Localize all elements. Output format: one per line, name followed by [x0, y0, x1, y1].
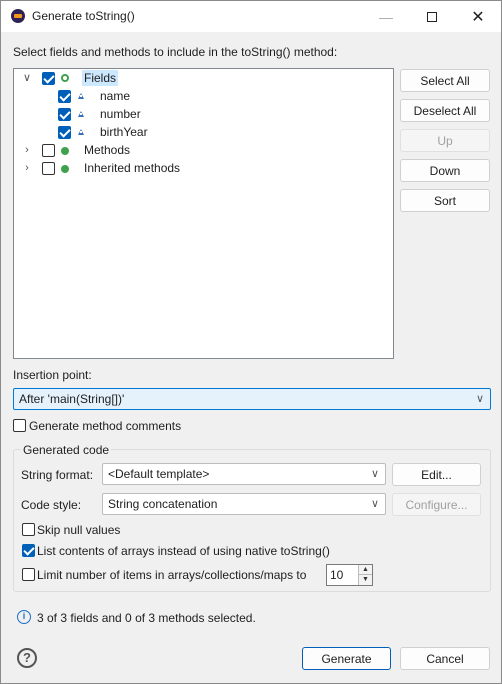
- limit-items-value[interactable]: 10: [330, 568, 343, 582]
- limit-items-label: Limit number of items in arrays/collecti…: [37, 568, 307, 582]
- generate-comments-label: Generate method comments: [29, 419, 182, 433]
- inherited-methods-group-icon: [61, 165, 69, 173]
- chevron-right-icon[interactable]: ›: [21, 144, 33, 156]
- skip-null-label: Skip null values: [37, 523, 121, 537]
- down-button[interactable]: Down: [400, 159, 490, 182]
- deselect-all-button[interactable]: Deselect All: [400, 99, 490, 122]
- field-label: birthYear: [100, 125, 148, 139]
- sort-button[interactable]: Sort: [400, 189, 490, 212]
- help-icon[interactable]: ?: [17, 648, 37, 668]
- list-arrays-label: List contents of arrays instead of using…: [37, 544, 330, 558]
- field-checkbox[interactable]: [58, 126, 71, 139]
- methods-group-icon: [61, 147, 69, 155]
- string-format-value: <Default template>: [108, 467, 210, 481]
- selection-status: 3 of 3 fields and 0 of 3 methods selecte…: [37, 611, 256, 625]
- string-format-label: String format:: [21, 468, 94, 482]
- fields-label: Fields: [82, 70, 119, 86]
- limit-items-spinner[interactable]: 10 ▲ ▼: [326, 564, 373, 586]
- instruction-text: Select fields and methods to include in …: [13, 45, 338, 59]
- field-label: name: [100, 89, 131, 103]
- maximize-icon: [427, 11, 437, 22]
- insertion-point-select[interactable]: After 'main(String[])' ∨: [13, 388, 491, 410]
- field-icon: [78, 129, 84, 135]
- spinner-up-icon[interactable]: ▲: [358, 565, 372, 575]
- maximize-button[interactable]: [409, 1, 455, 32]
- skip-null-checkbox[interactable]: [22, 523, 35, 536]
- code-style-label: Code style:: [21, 498, 82, 512]
- minimize-button[interactable]: —: [363, 1, 409, 32]
- info-icon: i: [17, 610, 31, 624]
- chevron-down-icon: ∨: [370, 468, 380, 480]
- eclipse-logo-icon: [11, 9, 25, 23]
- field-icon: [78, 111, 84, 117]
- insertion-point-label: Insertion point:: [13, 368, 92, 382]
- generate-tostring-dialog: Generate toString() — ✕ Select fields an…: [0, 0, 502, 684]
- edit-template-button[interactable]: Edit...: [392, 463, 481, 486]
- close-button[interactable]: ✕: [455, 1, 501, 32]
- insertion-point-value: After 'main(String[])': [19, 392, 125, 406]
- generate-button[interactable]: Generate: [302, 647, 391, 670]
- title-bar: Generate toString() — ✕: [1, 1, 501, 32]
- chevron-down-icon[interactable]: ∨: [21, 72, 33, 84]
- code-style-select[interactable]: String concatenation ∨: [102, 493, 386, 515]
- generated-code-group-label: Generated code: [21, 443, 112, 457]
- methods-label: Methods: [84, 143, 131, 157]
- field-checkbox[interactable]: [58, 90, 71, 103]
- limit-items-checkbox[interactable]: [22, 568, 35, 581]
- string-format-select[interactable]: <Default template> ∨: [102, 463, 386, 485]
- field-label: number: [100, 107, 141, 121]
- cancel-button[interactable]: Cancel: [400, 647, 490, 670]
- methods-checkbox[interactable]: [42, 144, 55, 157]
- chevron-right-icon[interactable]: ›: [21, 162, 33, 174]
- list-arrays-checkbox[interactable]: [22, 544, 35, 557]
- generate-comments-checkbox[interactable]: [13, 419, 26, 432]
- chevron-down-icon: ∨: [475, 393, 485, 405]
- inherited-methods-checkbox[interactable]: [42, 162, 55, 175]
- up-button[interactable]: Up: [400, 129, 490, 152]
- members-tree[interactable]: ∨ Fields name number birthYear › Methods…: [13, 68, 394, 359]
- chevron-down-icon: ∨: [370, 498, 380, 510]
- spinner-down-icon[interactable]: ▼: [358, 575, 372, 585]
- fields-checkbox[interactable]: [42, 72, 55, 85]
- code-style-value: String concatenation: [108, 497, 218, 511]
- select-all-button[interactable]: Select All: [400, 69, 490, 92]
- window-title: Generate toString(): [32, 9, 135, 23]
- fields-group-icon: [61, 74, 69, 82]
- field-checkbox[interactable]: [58, 108, 71, 121]
- configure-button[interactable]: Configure...: [392, 493, 481, 516]
- inherited-methods-label: Inherited methods: [84, 161, 181, 175]
- field-icon: [78, 93, 84, 99]
- close-icon: ✕: [471, 8, 485, 26]
- minimize-icon: —: [379, 8, 393, 25]
